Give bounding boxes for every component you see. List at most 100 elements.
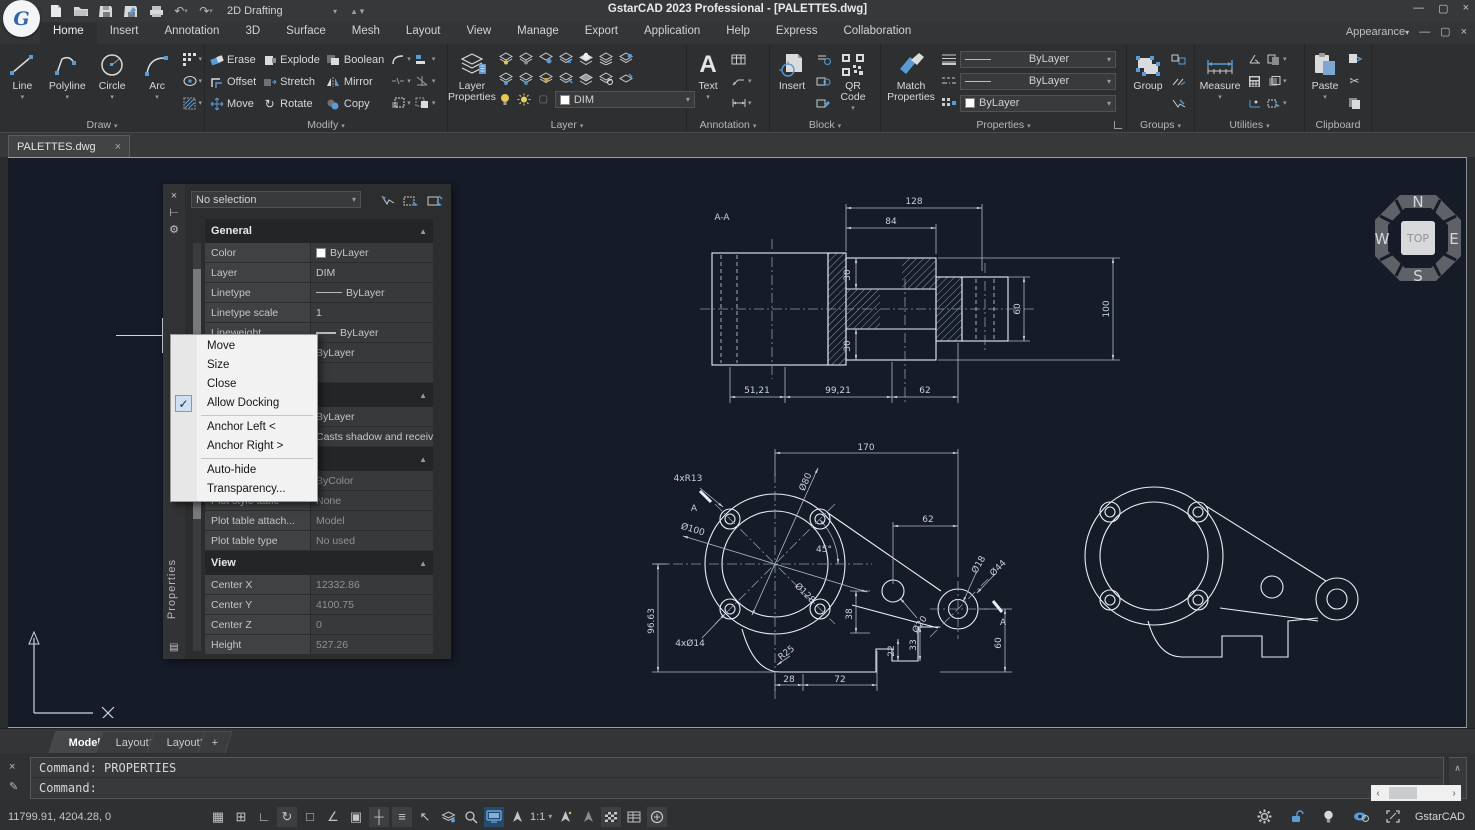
transparency-toggle-icon[interactable] xyxy=(601,807,621,827)
layer-tool-icon[interactable] xyxy=(578,51,593,65)
menu-item-size[interactable]: Size xyxy=(171,356,317,375)
paste-options-tool[interactable]: ▾ xyxy=(1266,72,1287,90)
measure-button[interactable]: Measure▾ xyxy=(1195,46,1245,116)
view-cube-west[interactable]: W xyxy=(1375,230,1390,248)
layer-thaw-icon[interactable] xyxy=(517,93,532,107)
section-general[interactable]: General▲ xyxy=(205,219,433,243)
scale-dropdown-icon[interactable]: ▾ xyxy=(548,812,552,821)
panel-label-modify[interactable]: Modify▾ xyxy=(205,119,447,131)
point-tool[interactable] xyxy=(1247,94,1262,112)
copy-clip-tool[interactable] xyxy=(1347,50,1362,68)
selection-dropdown[interactable]: No selection ▾ xyxy=(191,191,361,208)
ortho-mode-icon[interactable]: ∟ xyxy=(254,807,274,827)
linetype-selector[interactable]: ByLayer▾ xyxy=(960,73,1116,90)
property-row-plot-table-type[interactable]: Plot table type No used xyxy=(205,531,433,551)
tab-view[interactable]: View xyxy=(453,22,504,44)
qr-code-button[interactable]: QR Code▾ xyxy=(833,46,873,116)
property-row-linetype[interactable]: Linetype ByLayer xyxy=(205,283,433,303)
tab-annotation[interactable]: Annotation xyxy=(151,22,232,44)
mirror-button[interactable]: Mirror xyxy=(326,75,384,89)
leader-tool[interactable]: ▾ xyxy=(731,72,752,90)
quick-select-icon[interactable] xyxy=(425,191,445,211)
tab-export[interactable]: Export xyxy=(572,22,631,44)
property-row-plot-table-attach[interactable]: Plot table attach... Model xyxy=(205,511,433,531)
table-tool[interactable] xyxy=(731,50,752,68)
panel-label-utilities[interactable]: Utilities▾ xyxy=(1195,119,1304,131)
layer-lock-icon[interactable]: ▢ xyxy=(536,93,551,107)
view-cube-south[interactable]: S xyxy=(1413,267,1423,285)
layer-selector[interactable]: DIM ▾ xyxy=(555,91,695,108)
command-close-icon[interactable]: × xyxy=(9,761,15,773)
object-snap-icon[interactable]: □ xyxy=(300,807,320,827)
hatch-tool[interactable]: ▾ xyxy=(182,94,203,112)
view-cube-east[interactable]: E xyxy=(1449,230,1458,248)
zoom-icon[interactable] xyxy=(461,807,481,827)
palette-list-icon[interactable]: ▤ xyxy=(163,642,185,653)
tab-express[interactable]: Express xyxy=(763,22,831,44)
cycle-select-icon[interactable] xyxy=(647,807,667,827)
palette-settings-gear-icon[interactable]: ⚙ xyxy=(163,223,185,236)
menu-item-transparency[interactable]: Transparency... xyxy=(171,480,317,499)
text-button[interactable]: A Text▾ xyxy=(687,46,729,116)
panel-label-clipboard[interactable]: Clipboard xyxy=(1305,119,1371,131)
block-edit-tool[interactable] xyxy=(816,72,831,90)
panel-label-draw[interactable]: Draw▾ xyxy=(0,119,204,131)
snap-reference-icon[interactable]: ▣ xyxy=(346,807,366,827)
panel-label-properties[interactable]: Properties▾ xyxy=(881,119,1126,131)
unlock-ui-icon[interactable] xyxy=(1287,807,1307,827)
layer-tool-icon[interactable] xyxy=(518,51,533,65)
restore-button[interactable]: ▢ xyxy=(1438,2,1448,15)
ribbon-close-icon[interactable]: × xyxy=(1461,26,1467,38)
select-similar-tool[interactable]: ▾ xyxy=(1266,94,1287,112)
annotation-visibility-icon[interactable] xyxy=(507,807,527,827)
copy-doc-tool[interactable] xyxy=(1347,94,1362,112)
select-objects-icon[interactable] xyxy=(401,191,421,211)
close-button[interactable]: × xyxy=(1463,2,1469,15)
tab-3d[interactable]: 3D xyxy=(232,22,273,44)
tab-insert[interactable]: Insert xyxy=(97,22,152,44)
document-tab[interactable]: PALETTES.dwg × xyxy=(8,135,130,158)
layer-tool-icon[interactable] xyxy=(558,71,573,85)
arc-button[interactable]: Arc▾ xyxy=(135,46,180,116)
scroll-left-icon[interactable]: ‹ xyxy=(1371,788,1385,799)
array-tool[interactable]: ▾ xyxy=(415,94,436,112)
tab-add-layout[interactable]: + xyxy=(197,731,233,753)
command-window[interactable]: Command: PROPERTIES Command: xyxy=(30,757,1444,799)
polyline-button[interactable]: Polyline▾ xyxy=(45,46,90,116)
hardware-acceleration-icon[interactable] xyxy=(484,807,504,827)
property-row-layer[interactable]: Layer DIM xyxy=(205,263,433,283)
attribute-define-tool[interactable] xyxy=(816,50,831,68)
layer-properties-button[interactable]: Layer Properties xyxy=(448,46,496,116)
layer-tool-icon[interactable] xyxy=(558,51,573,65)
cut-tool[interactable]: ✂ xyxy=(1347,72,1362,90)
annotation-all-scales-icon[interactable] xyxy=(578,807,598,827)
panel-label-layer[interactable]: Layer▾ xyxy=(448,119,686,131)
dimension-tool[interactable]: ▾ xyxy=(731,94,752,112)
annotation-scale-control[interactable]: 1:1 ▾ xyxy=(530,811,552,823)
tab-layout[interactable]: Layout xyxy=(393,22,454,44)
clean-screen-icon[interactable] xyxy=(1383,807,1403,827)
scrollbar-thumb[interactable] xyxy=(1389,787,1417,799)
layer-tool-icon[interactable] xyxy=(498,51,513,65)
move-button[interactable]: Move xyxy=(209,97,256,111)
property-row-linetype-scale[interactable]: Linetype scale 1 xyxy=(205,303,433,323)
layer-tool-icon[interactable] xyxy=(598,71,613,85)
horizontal-scrollbar[interactable]: ‹ › xyxy=(1371,785,1461,801)
menu-item-close[interactable]: Close xyxy=(171,375,317,394)
layer-on-icon[interactable] xyxy=(498,93,513,107)
snap-mode-icon[interactable]: ⊞ xyxy=(231,807,251,827)
menu-item-auto-hide[interactable]: Auto-hide xyxy=(171,461,317,480)
rectangle-array-tool[interactable]: ▾ xyxy=(182,50,203,68)
copy-button[interactable]: Copy xyxy=(326,97,384,111)
property-row-height[interactable]: Height 527.26 xyxy=(205,635,433,655)
calculator-tool[interactable] xyxy=(1247,72,1262,90)
tab-surface[interactable]: Surface xyxy=(273,22,339,44)
property-row-center-x[interactable]: Center X 12332.86 xyxy=(205,575,433,595)
document-tab-close-icon[interactable]: × xyxy=(115,141,121,153)
layer-tool-icon[interactable] xyxy=(498,71,513,85)
polar-tracking-icon[interactable]: ↻ xyxy=(277,807,297,827)
erase-button[interactable]: Erase xyxy=(209,53,256,67)
ungroup-tool[interactable] xyxy=(1171,50,1186,68)
align-tool[interactable]: ▾ xyxy=(415,50,436,68)
command-edit-icon[interactable]: ✎ xyxy=(9,780,18,793)
